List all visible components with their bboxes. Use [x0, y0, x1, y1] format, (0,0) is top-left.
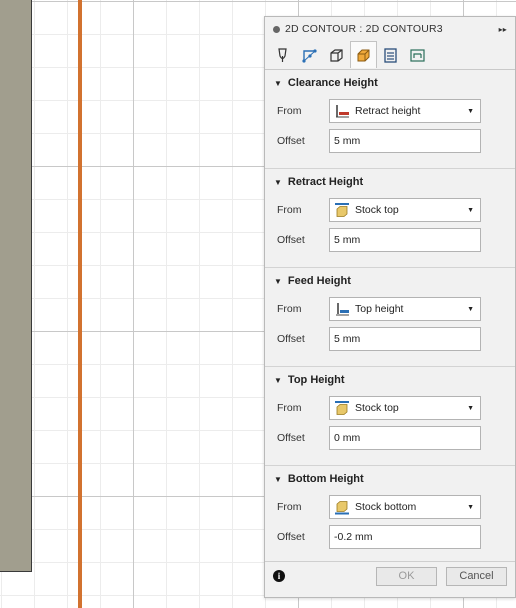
expand-dialog-icon[interactable]: ▸▸	[499, 25, 507, 34]
cancel-button[interactable]: Cancel	[446, 566, 507, 586]
heights-icon	[357, 49, 370, 61]
stock-top-icon	[334, 202, 350, 218]
stock-model	[0, 0, 32, 572]
section-title: Feed Height	[287, 275, 351, 287]
section-header[interactable]: ▼ Bottom Height	[265, 466, 515, 492]
section-retract-height: ▼ Retract Height From Stock top ▼ Offset	[265, 169, 515, 268]
dialog-tabs	[265, 41, 515, 70]
offset-label: Offset	[277, 432, 305, 444]
section-feed-height: ▼ Feed Height From Top height ▼ Offset	[265, 268, 515, 367]
tab-tool[interactable]	[269, 41, 296, 68]
info-icon[interactable]: i	[273, 570, 285, 582]
offset-input[interactable]	[329, 228, 481, 252]
collapse-triangle-icon: ▼	[274, 177, 282, 187]
dialog-titlebar[interactable]: 2D CONTOUR : 2D CONTOUR3 ▸▸	[265, 17, 515, 41]
chevron-down-icon: ▼	[467, 305, 474, 313]
from-label: From	[277, 105, 302, 117]
chevron-down-icon: ▼	[467, 206, 474, 214]
collapse-triangle-icon: ▼	[274, 375, 282, 385]
retract-height-icon	[334, 103, 350, 119]
section-header[interactable]: ▼ Feed Height	[265, 268, 515, 294]
collapse-triangle-icon: ▼	[274, 276, 282, 286]
from-select[interactable]: Top height ▼	[329, 297, 481, 321]
offset-input[interactable]	[329, 129, 481, 153]
chevron-down-icon: ▼	[467, 107, 474, 115]
top-height-icon	[334, 301, 350, 317]
linking-icon	[410, 48, 425, 62]
offset-input[interactable]	[329, 327, 481, 351]
stock-bottom-icon	[334, 499, 350, 515]
section-title: Retract Height	[287, 176, 364, 188]
passes-icon	[384, 47, 397, 63]
tab-passes[interactable]	[377, 41, 404, 68]
from-label: From	[277, 501, 302, 513]
from-value: Retract height	[355, 105, 421, 117]
section-header[interactable]: ▼ Top Height	[265, 367, 515, 393]
tab-heights[interactable]	[350, 41, 377, 68]
contour-dialog: 2D CONTOUR : 2D CONTOUR3 ▸▸ ▼ Clearance H…	[264, 16, 516, 598]
section-bottom-height: ▼ Bottom Height From Stock bottom ▼ Offse…	[265, 466, 515, 562]
from-select[interactable]: Stock top ▼	[329, 396, 481, 420]
section-title: Bottom Height	[287, 473, 364, 485]
tab-linking[interactable]	[404, 41, 431, 68]
tab-heights-3d[interactable]	[323, 41, 350, 68]
from-label: From	[277, 303, 302, 315]
tool-icon	[278, 47, 287, 62]
stock-top-icon	[334, 400, 350, 416]
geometry-icon	[302, 48, 317, 63]
collapse-triangle-icon: ▼	[274, 78, 282, 88]
dialog-title: 2D CONTOUR : 2D CONTOUR3	[285, 23, 443, 35]
from-value: Stock top	[355, 402, 399, 414]
from-label: From	[277, 402, 302, 414]
offset-input[interactable]	[329, 525, 481, 549]
section-clearance-height: ▼ Clearance Height From Retract height ▼ …	[265, 70, 515, 169]
section-title: Top Height	[287, 374, 345, 386]
offset-input[interactable]	[329, 426, 481, 450]
dialog-status-dot-icon	[273, 25, 280, 33]
dialog-footer: i OK Cancel	[265, 562, 515, 590]
section-header[interactable]: ▼ Clearance Height	[265, 70, 515, 96]
offset-label: Offset	[277, 135, 305, 147]
heights-3d-icon	[330, 48, 343, 62]
from-value: Stock top	[355, 204, 399, 216]
collapse-triangle-icon: ▼	[274, 474, 282, 484]
offset-label: Offset	[277, 531, 305, 543]
from-select[interactable]: Retract height ▼	[329, 99, 481, 123]
offset-label: Offset	[277, 333, 305, 345]
from-value: Top height	[355, 303, 404, 315]
tab-geometry[interactable]	[296, 41, 323, 68]
from-select[interactable]: Stock top ▼	[329, 198, 481, 222]
section-top-height: ▼ Top Height From Stock top ▼ Offset	[265, 367, 515, 466]
section-header[interactable]: ▼ Retract Height	[265, 169, 515, 195]
chevron-down-icon: ▼	[467, 503, 474, 511]
from-select[interactable]: Stock bottom ▼	[329, 495, 481, 519]
chevron-down-icon: ▼	[467, 404, 474, 412]
from-value: Stock bottom	[355, 501, 417, 513]
section-title: Clearance Height	[287, 77, 378, 89]
toolpath-line	[78, 0, 82, 608]
ok-button[interactable]: OK	[376, 566, 437, 586]
from-label: From	[277, 204, 302, 216]
offset-label: Offset	[277, 234, 305, 246]
